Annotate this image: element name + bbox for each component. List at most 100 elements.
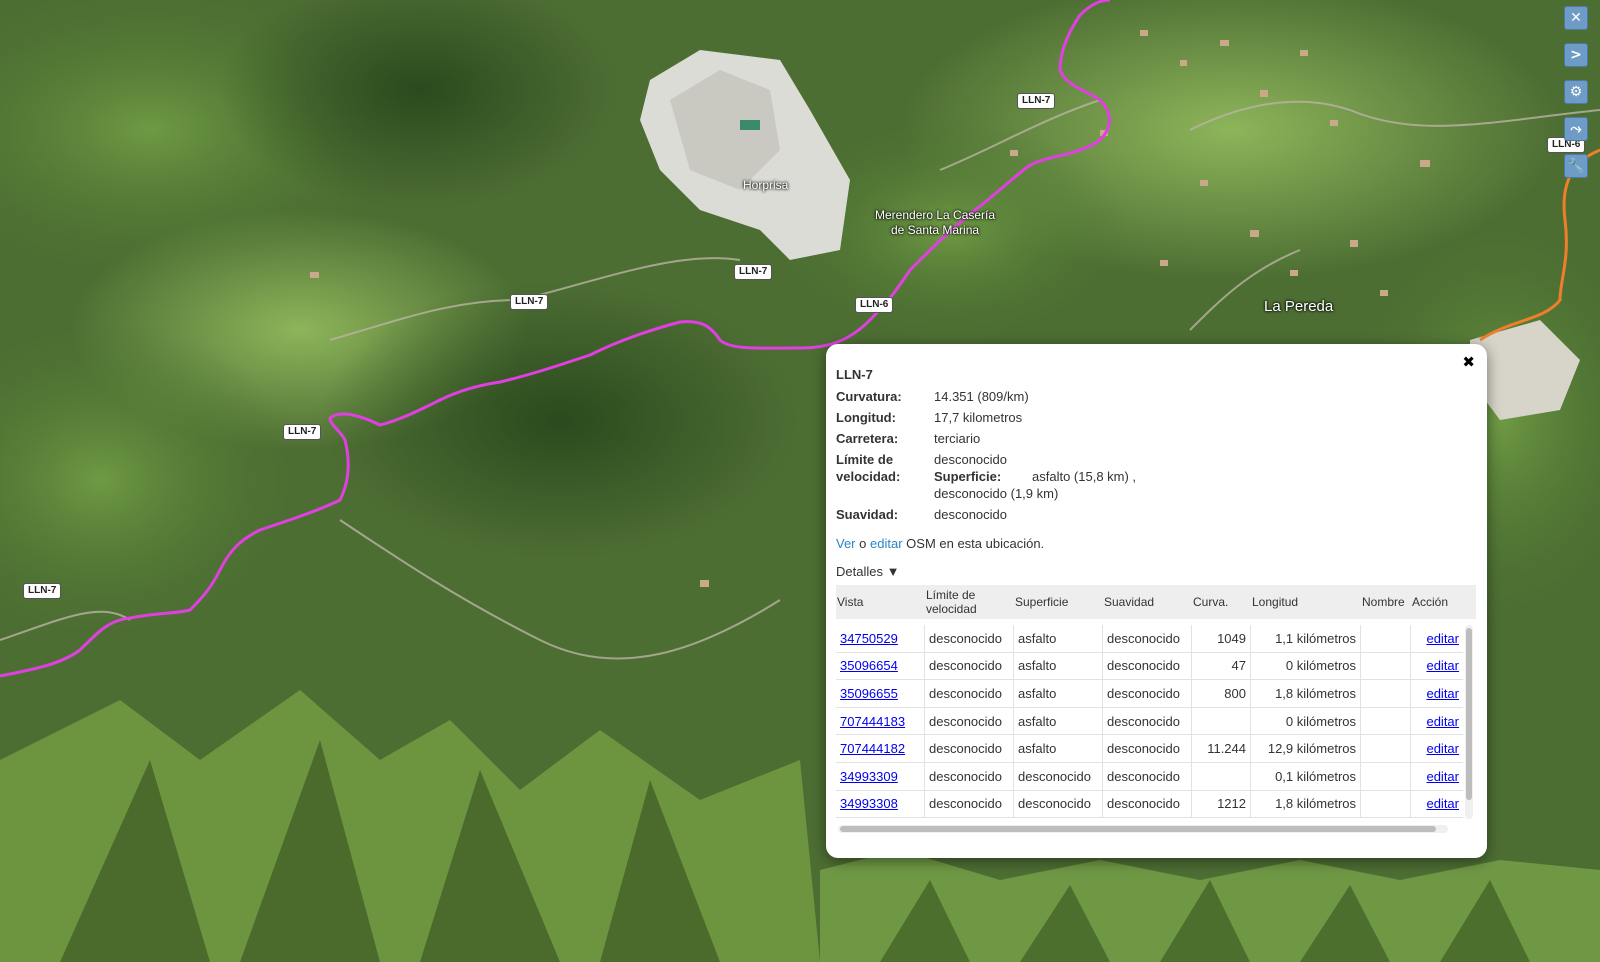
col-header-action[interactable]: Acción	[1411, 595, 1471, 609]
way-id-link[interactable]: 34993308	[840, 796, 898, 811]
road-label: LLN-7	[1017, 93, 1056, 109]
cell-smoothness: desconocido	[1103, 680, 1192, 707]
cell-curve: 800	[1192, 680, 1251, 707]
col-header-speed-limit[interactable]: Límite de velocidad	[925, 588, 1014, 616]
cell-name	[1361, 790, 1411, 818]
osm-links: Ver o editar OSM en esta ubicación.	[836, 535, 1477, 553]
cell-speed-limit: desconocido	[925, 652, 1014, 680]
scroll-thumb[interactable]	[840, 826, 1436, 832]
cell-length: 1,8 kilómetros	[1251, 680, 1361, 707]
table-body[interactable]: 34750529 desconocido asfalto desconocido 104…	[836, 625, 1463, 819]
surface-row: Superficie: asfalto (15,8 km) ,	[934, 468, 1136, 485]
cell-action: editar	[1411, 625, 1463, 652]
table-row: 34750529 desconocido asfalto desconocido 104…	[836, 625, 1463, 653]
edit-link[interactable]: editar	[1426, 714, 1459, 729]
cell-vista: 35096654	[836, 652, 925, 680]
route-icon[interactable]: ⤳	[1564, 117, 1588, 141]
col-header-vista[interactable]: Vista	[836, 595, 925, 609]
edit-link[interactable]: editar	[1426, 796, 1459, 811]
cell-smoothness: desconocido	[1103, 625, 1192, 652]
road-label: LLN-6	[855, 297, 894, 313]
road-attributes: Curvatura: 14.351 (809/km) Longitud: 17,…	[836, 386, 1136, 525]
place-label-restaurant: Merendero La Casería de Santa Marina	[875, 208, 995, 238]
cell-surface: asfalto	[1014, 735, 1103, 762]
length-label: Longitud:	[836, 410, 896, 425]
road-label: LLN-7	[23, 583, 62, 599]
details-toggle[interactable]: Detalles ▼	[836, 563, 1477, 581]
wrench-icon[interactable]: 🔧	[1564, 154, 1588, 178]
cell-curve: 1049	[1192, 625, 1251, 652]
cell-name	[1361, 762, 1411, 790]
cell-smoothness: desconocido	[1103, 652, 1192, 680]
surface-value: asfalto (15,8 km) ,	[1032, 469, 1137, 484]
cell-action: editar	[1411, 680, 1463, 707]
cell-vista: 34993308	[836, 790, 925, 818]
road-type-value: terciario	[934, 431, 981, 446]
cell-vista: 34993309	[836, 762, 925, 790]
cell-speed-limit: desconocido	[925, 762, 1014, 790]
cell-length: 12,9 kilómetros	[1251, 735, 1361, 762]
edit-link[interactable]: editar	[1426, 769, 1459, 784]
table-row: 707444183 desconocido asfalto desconocido 0 …	[836, 707, 1463, 736]
cell-curve: 47	[1192, 652, 1251, 680]
cell-smoothness: desconocido	[1103, 790, 1192, 818]
cell-surface: desconocido	[1014, 790, 1103, 818]
cell-name	[1361, 735, 1411, 762]
edit-link[interactable]: editar	[1426, 658, 1459, 673]
cell-action: editar	[1411, 735, 1463, 762]
gear-icon[interactable]: ⚙	[1564, 80, 1588, 104]
col-header-surface[interactable]: Superficie	[1014, 595, 1103, 609]
speed-limit-value: desconocido	[934, 452, 1007, 467]
col-header-name[interactable]: Nombre	[1361, 595, 1411, 609]
way-id-link[interactable]: 34750529	[840, 631, 898, 646]
way-id-link[interactable]: 34993309	[840, 769, 898, 784]
osm-view-link[interactable]: Ver	[836, 536, 856, 551]
cell-name	[1361, 707, 1411, 735]
cell-speed-limit: desconocido	[925, 707, 1014, 735]
cell-curve: 11.244	[1192, 735, 1251, 762]
place-label-town: La Pereda	[1264, 298, 1334, 315]
close-icon[interactable]: ✖	[1462, 353, 1475, 371]
cell-length: 0,1 kilómetros	[1251, 762, 1361, 790]
way-id-link[interactable]: 707444183	[840, 714, 905, 729]
cell-length: 0 kilómetros	[1251, 707, 1361, 735]
chevron-right-icon[interactable]: >	[1564, 43, 1588, 67]
cell-surface: asfalto	[1014, 707, 1103, 735]
edit-link[interactable]: editar	[1426, 686, 1459, 701]
scroll-thumb[interactable]	[1466, 628, 1472, 800]
road-info-popup: ✖ LLN-7 Curvatura: 14.351 (809/km) Longi…	[826, 344, 1487, 858]
way-id-link[interactable]: 35096654	[840, 658, 898, 673]
table-row: 707444182 desconocido asfalto desconocido 11…	[836, 735, 1463, 763]
cell-surface: asfalto	[1014, 652, 1103, 680]
cell-speed-limit: desconocido	[925, 625, 1014, 652]
map-controls: ✕ > ⚙ ⤳ 🔧	[1564, 6, 1588, 191]
col-header-smoothness[interactable]: Suavidad	[1103, 595, 1192, 609]
cell-action: editar	[1411, 763, 1463, 790]
edit-link[interactable]: editar	[1426, 741, 1459, 756]
cell-name	[1361, 625, 1411, 652]
cell-action: editar	[1411, 708, 1463, 735]
table-row: 35096655 desconocido asfalto desconocido 800…	[836, 680, 1463, 708]
way-id-link[interactable]: 35096655	[840, 686, 898, 701]
cell-name	[1361, 652, 1411, 680]
speed-limit-label-line: velocidad:	[836, 469, 901, 484]
cell-surface: asfalto	[1014, 625, 1103, 652]
cell-curve	[1192, 762, 1251, 790]
horizontal-scrollbar[interactable]	[838, 825, 1448, 833]
vertical-scrollbar[interactable]	[1465, 625, 1473, 819]
close-icon[interactable]: ✕	[1564, 6, 1588, 30]
speed-limit-label-line: Límite de	[836, 452, 894, 467]
segments-table: Vista Límite de velocidad Superficie Sua…	[836, 585, 1476, 839]
osm-or-text: o	[859, 536, 867, 551]
osm-edit-link[interactable]: editar	[870, 536, 903, 551]
cell-smoothness: desconocido	[1103, 735, 1192, 762]
edit-link[interactable]: editar	[1426, 631, 1459, 646]
col-header-curve[interactable]: Curva.	[1192, 595, 1251, 609]
smoothness-label: Suavidad:	[836, 507, 899, 522]
road-label: LLN-7	[734, 264, 773, 280]
place-label-line: de Santa Marina	[891, 223, 980, 237]
way-id-link[interactable]: 707444182	[840, 741, 905, 756]
cell-vista: 707444182	[836, 735, 925, 762]
table-header: Vista Límite de velocidad Superficie Sua…	[836, 585, 1476, 619]
col-header-length[interactable]: Longitud	[1251, 595, 1361, 609]
